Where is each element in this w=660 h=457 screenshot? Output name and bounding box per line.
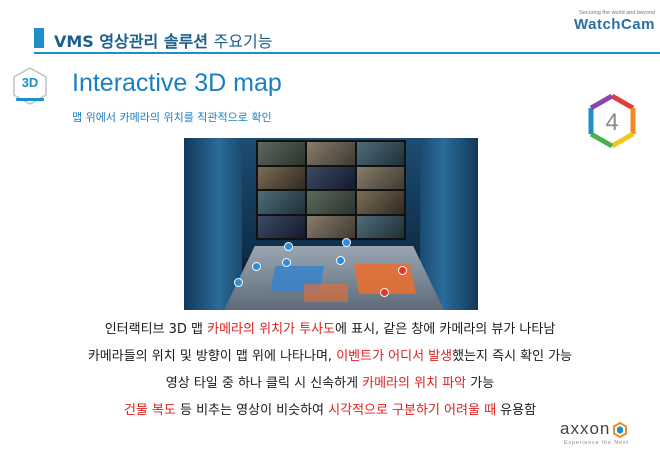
camera-pin-icon: [252, 262, 261, 271]
alert-camera-pin-icon: [380, 288, 389, 297]
description-line-1: 인터랙티브 3D 맵 카메라의 위치가 투사도에 표시, 같은 창에 카메라의 …: [0, 318, 660, 337]
header-title-main: VMS 영상관리 솔루션: [54, 32, 209, 51]
camera-tile: [258, 215, 306, 238]
camera-tile: [307, 166, 355, 189]
camera-tile: [356, 166, 404, 189]
description-line-4: 건물 복도 등 비추는 영상이 비슷하여 시각적으로 구분하기 어려울 때 유용…: [0, 399, 660, 418]
3d-badge-underline: [16, 98, 44, 101]
axxon-tagline: Experience the Next: [564, 440, 629, 446]
camera-tile: [307, 191, 355, 214]
brand-name: WatchCam: [574, 16, 655, 33]
description-text: 인터랙티브 3D 맵: [104, 322, 208, 337]
axxon-wordmark: axxon: [560, 419, 611, 438]
watchcam-logo: Securing the world and beyond WatchCam: [545, 10, 655, 33]
camera-tile: [356, 215, 404, 238]
description-line-2: 카메라들의 위치 및 방향이 맵 위에 나타나며, 이벤트가 어디서 발생했는지…: [0, 345, 660, 364]
3d-map-screenshot: [184, 138, 478, 310]
camera-pin-icon: [336, 256, 345, 265]
map-pillar-left: [184, 138, 242, 310]
section-title: Interactive 3D map: [72, 69, 282, 97]
description-highlight: 시각적으로 구분하기 어려울 때: [328, 403, 497, 418]
camera-pin-icon: [342, 238, 351, 247]
description-highlight: 카메라의 위치 파악: [362, 376, 467, 391]
camera-tile: [356, 191, 404, 214]
description-text: 유용함: [496, 403, 537, 418]
header-title-sub: 주요기능: [213, 32, 273, 51]
camera-pin-icon: [234, 278, 243, 287]
video-wall: [256, 140, 406, 240]
alert-camera-pin-icon: [398, 266, 407, 275]
section-subtitle: 맵 위에서 카메라의 위치를 직관적으로 확인: [72, 111, 272, 124]
header-title: VMS 영상관리 솔루션 주요기능: [54, 28, 272, 52]
description-text: 에 표시, 같은 창에 카메라의 뷰가 나타남: [335, 322, 556, 337]
colored-hexagon-icon: 4: [588, 93, 636, 149]
description-highlight: 이벤트가 어디서 발생: [336, 349, 453, 364]
description-highlight: 카메라의 위치가 투사도: [207, 322, 336, 337]
description-text: 카메라들의 위치 및 방향이 맵 위에 나타나며,: [87, 349, 337, 364]
header-accent-bar: [34, 28, 44, 48]
camera-tile: [258, 142, 306, 165]
camera-tile: [356, 142, 404, 165]
description-line-3: 영상 타일 중 하나 클릭 시 신속하게 카메라의 위치 파악 가능: [0, 372, 660, 391]
axxon-mark-icon: [613, 422, 627, 438]
floor-room-zone-alert: [304, 284, 348, 302]
axxon-logo: axxon Experience the Next: [560, 419, 656, 449]
3d-badge-label: 3D: [21, 75, 39, 90]
description-highlight: 건물 복도: [123, 403, 176, 418]
header-divider: [34, 52, 660, 54]
number-badge: 4: [584, 93, 640, 149]
description-text: 등 비추는 영상이 비슷하여: [175, 403, 329, 418]
camera-tile: [258, 191, 306, 214]
3d-badge-icon: 3D: [10, 66, 50, 106]
camera-tile: [307, 142, 355, 165]
camera-pin-icon: [282, 258, 291, 267]
description-text: 했는지 즉시 확인 가능: [452, 349, 573, 364]
section-number: 4: [605, 109, 618, 136]
description-text: 가능: [466, 376, 495, 391]
description-text: 영상 타일 중 하나 클릭 시 신속하게: [165, 376, 363, 391]
camera-pin-icon: [284, 242, 293, 251]
camera-tile: [307, 215, 355, 238]
camera-tile: [258, 166, 306, 189]
